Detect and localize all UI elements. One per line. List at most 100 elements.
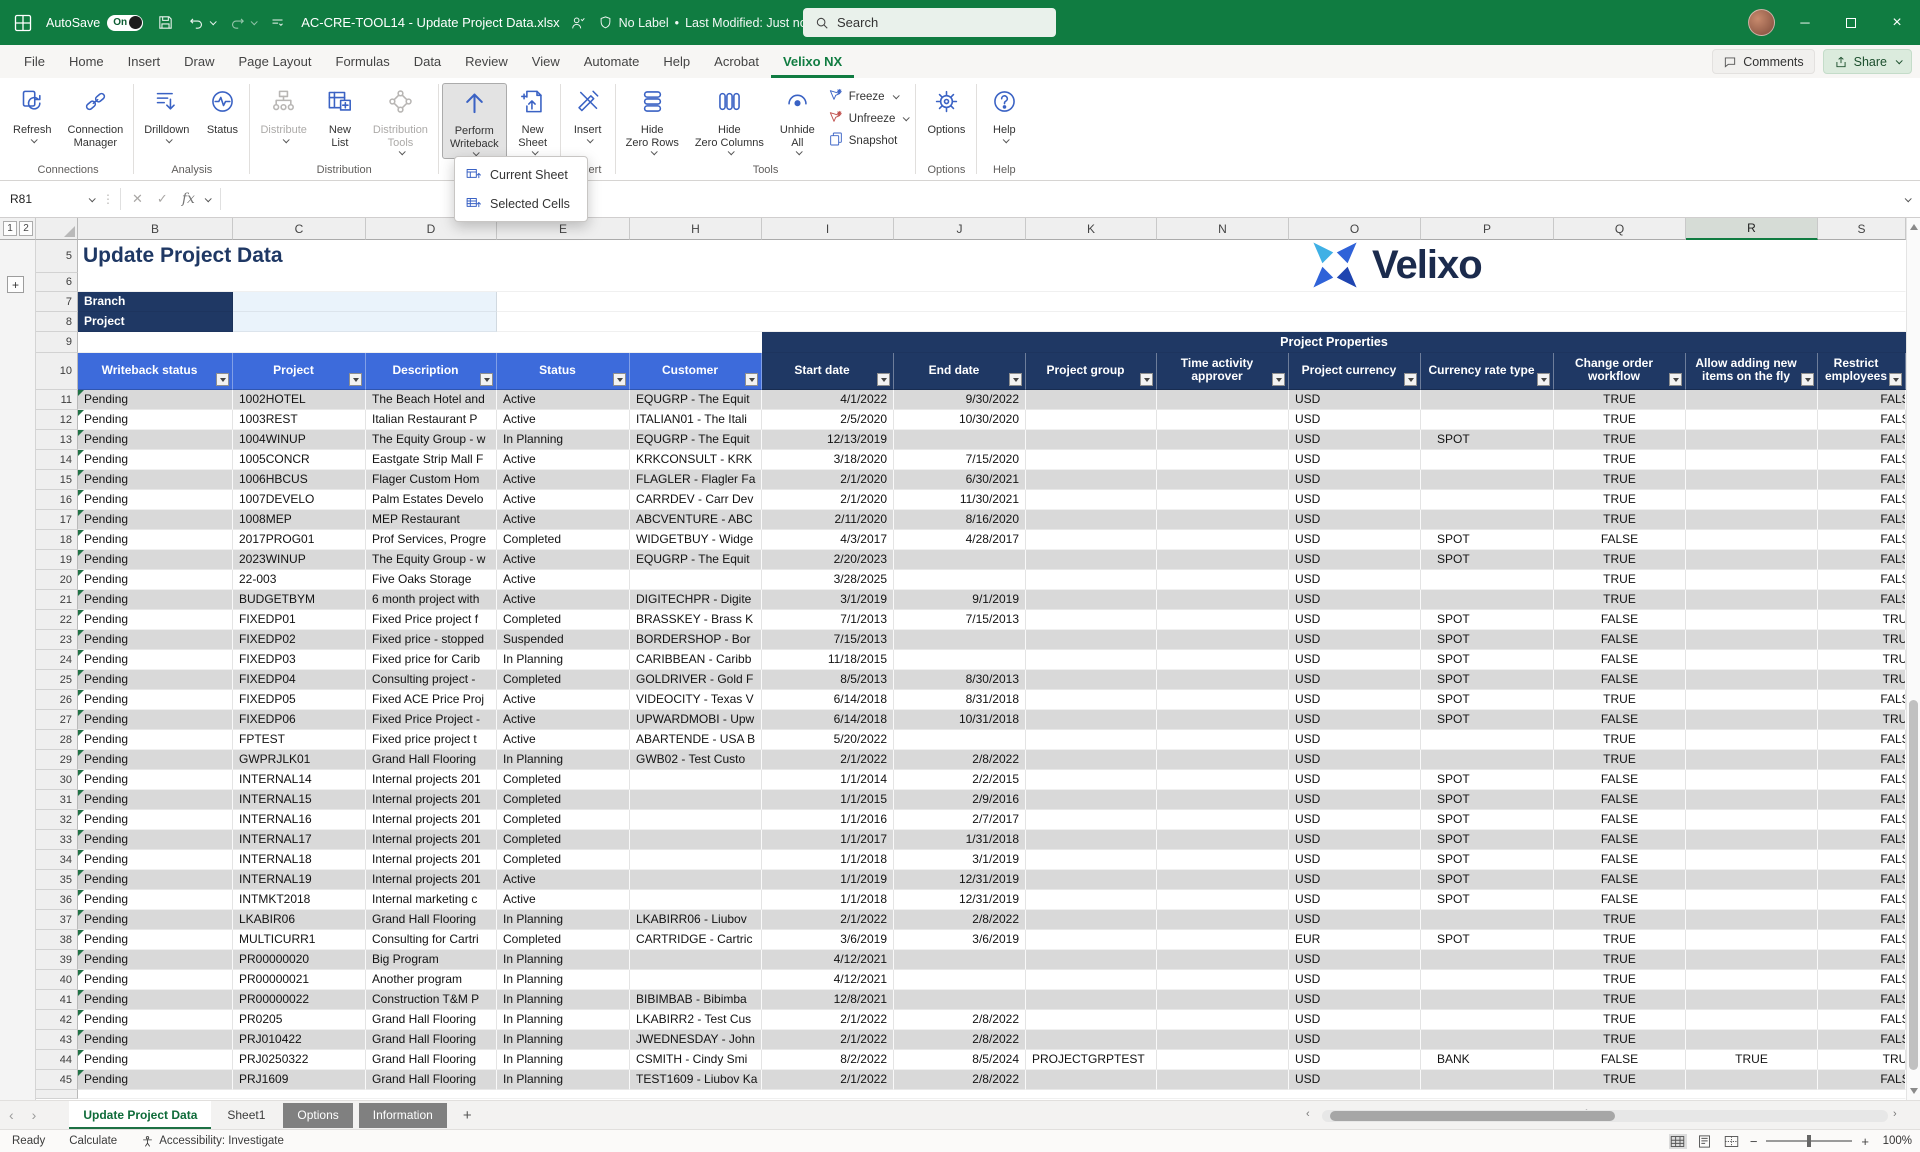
- cell-restrict[interactable]: FALSE: [1818, 430, 1906, 450]
- cell-restrict[interactable]: FALSE: [1818, 450, 1906, 470]
- cell-time-activity-approver[interactable]: [1157, 850, 1289, 870]
- cell-description[interactable]: Grand Hall Flooring: [366, 910, 497, 930]
- user-avatar[interactable]: [1748, 9, 1775, 36]
- cell-status[interactable]: Active: [497, 550, 630, 570]
- cell-start-date[interactable]: 2/1/2022: [762, 1010, 894, 1030]
- cell-writeback[interactable]: Pending: [78, 650, 233, 670]
- cell-end-date[interactable]: [894, 730, 1026, 750]
- filter-button[interactable]: [1272, 373, 1285, 386]
- row-header-35[interactable]: 35: [36, 870, 78, 890]
- cell-project-group[interactable]: [1026, 530, 1157, 550]
- cell-currency[interactable]: USD: [1289, 530, 1421, 550]
- tab-page-layout[interactable]: Page Layout: [227, 45, 324, 78]
- cell-allow-new[interactable]: [1686, 390, 1818, 410]
- ribbon-button-options[interactable]: Options: [920, 83, 972, 139]
- row-header-5[interactable]: 5: [36, 240, 78, 273]
- cell-writeback[interactable]: Pending: [78, 1070, 233, 1090]
- cell-restrict[interactable]: FALSE: [1818, 690, 1906, 710]
- cell-project[interactable]: PRJ010422: [233, 1030, 366, 1050]
- cell-allow-new[interactable]: [1686, 550, 1818, 570]
- filter-button[interactable]: [745, 373, 758, 386]
- cell-rate-type[interactable]: SPOT: [1421, 890, 1554, 910]
- cell-restrict[interactable]: FALSE: [1818, 830, 1906, 850]
- hscroll-right-icon[interactable]: ›: [1893, 1108, 1897, 1120]
- row-header-26[interactable]: 26: [36, 690, 78, 710]
- zoom-out-button[interactable]: −: [1750, 1134, 1758, 1149]
- table-header-description[interactable]: Description: [366, 353, 497, 390]
- cell-project[interactable]: 1006HBCUS: [233, 470, 366, 490]
- cell-allow-new[interactable]: [1686, 870, 1818, 890]
- cell-description[interactable]: Grand Hall Flooring: [366, 1070, 497, 1090]
- cell-allow-new[interactable]: [1686, 970, 1818, 990]
- cell-project[interactable]: INTERNAL15: [233, 790, 366, 810]
- cell-customer[interactable]: ITALIAN01 - The Itali: [630, 410, 762, 430]
- cell-currency[interactable]: USD: [1289, 910, 1421, 930]
- cell-writeback[interactable]: Pending: [78, 510, 233, 530]
- cell-currency[interactable]: USD: [1289, 390, 1421, 410]
- cell-time-activity-approver[interactable]: [1157, 970, 1289, 990]
- cell-change-order[interactable]: TRUE: [1554, 490, 1686, 510]
- cell-end-date[interactable]: 2/7/2017: [894, 810, 1026, 830]
- cell-project[interactable]: PRJ0250322: [233, 1050, 366, 1070]
- cell-change-order[interactable]: TRUE: [1554, 430, 1686, 450]
- ribbon-button-hide-zero-columns[interactable]: Hide Zero Columns: [688, 83, 771, 157]
- cell-project[interactable]: 1004WINUP: [233, 430, 366, 450]
- row-header-30[interactable]: 30: [36, 770, 78, 790]
- cell-project[interactable]: 2023WINUP: [233, 550, 366, 570]
- cell-change-order[interactable]: TRUE: [1554, 730, 1686, 750]
- cell-description[interactable]: Palm Estates Develo: [366, 490, 497, 510]
- ribbon-button-refresh[interactable]: Refresh: [6, 83, 59, 145]
- hscroll-left-icon[interactable]: ‹: [1306, 1108, 1310, 1120]
- zoom-slider[interactable]: [1766, 1140, 1852, 1142]
- row-header-18[interactable]: 18: [36, 530, 78, 550]
- cell-change-order[interactable]: TRUE: [1554, 590, 1686, 610]
- cell-currency[interactable]: USD: [1289, 1010, 1421, 1030]
- cell-end-date[interactable]: 2/2/2015: [894, 770, 1026, 790]
- cell-start-date[interactable]: 7/1/2013: [762, 610, 894, 630]
- cell-project[interactable]: INTERNAL17: [233, 830, 366, 850]
- cell-project[interactable]: 1008MEP: [233, 510, 366, 530]
- cell-project[interactable]: 1003REST: [233, 410, 366, 430]
- cell-customer[interactable]: EQUGRP - The Equit: [630, 390, 762, 410]
- cell-restrict[interactable]: TRUE: [1818, 650, 1906, 670]
- cell-project-group[interactable]: [1026, 910, 1157, 930]
- accessibility-status[interactable]: Accessibility: Investigate: [129, 1135, 296, 1148]
- cell-restrict[interactable]: FALSE: [1818, 990, 1906, 1010]
- cell-allow-new[interactable]: [1686, 410, 1818, 430]
- cell-rate-type[interactable]: [1421, 910, 1554, 930]
- row-header-22[interactable]: 22: [36, 610, 78, 630]
- column-header-C[interactable]: C: [233, 218, 366, 240]
- cell-restrict[interactable]: FALSE: [1818, 750, 1906, 770]
- table-header-writeback-status[interactable]: Writeback status: [78, 353, 233, 390]
- cell-rate-type[interactable]: [1421, 590, 1554, 610]
- cell-start-date[interactable]: 12/13/2019: [762, 430, 894, 450]
- cell-currency[interactable]: USD: [1289, 550, 1421, 570]
- cell-project[interactable]: 1007DEVELO: [233, 490, 366, 510]
- cell-time-activity-approver[interactable]: [1157, 750, 1289, 770]
- cell-change-order[interactable]: FALSE: [1554, 770, 1686, 790]
- cell-restrict[interactable]: FALSE: [1818, 530, 1906, 550]
- cell-empty[interactable]: [78, 1090, 1906, 1099]
- cell-time-activity-approver[interactable]: [1157, 670, 1289, 690]
- outline-expand-button[interactable]: +: [7, 276, 24, 293]
- cell-change-order[interactable]: TRUE: [1554, 410, 1686, 430]
- cell-start-date[interactable]: 2/1/2022: [762, 750, 894, 770]
- cell-restrict[interactable]: FALSE: [1818, 570, 1906, 590]
- cell-project[interactable]: 22-003: [233, 570, 366, 590]
- cell-rate-type[interactable]: SPOT: [1421, 870, 1554, 890]
- cell-currency[interactable]: USD: [1289, 710, 1421, 730]
- cell-project[interactable]: MULTICURR1: [233, 930, 366, 950]
- cell-time-activity-approver[interactable]: [1157, 1010, 1289, 1030]
- cell-change-order[interactable]: TRUE: [1554, 510, 1686, 530]
- cell-writeback[interactable]: Pending: [78, 390, 233, 410]
- cell-restrict[interactable]: FALSE: [1818, 790, 1906, 810]
- cell-rate-type[interactable]: SPOT: [1421, 690, 1554, 710]
- cell-time-activity-approver[interactable]: [1157, 490, 1289, 510]
- cell-change-order[interactable]: FALSE: [1554, 530, 1686, 550]
- cell-description[interactable]: MEP Restaurant: [366, 510, 497, 530]
- cell-change-order[interactable]: FALSE: [1554, 810, 1686, 830]
- cell-currency[interactable]: USD: [1289, 730, 1421, 750]
- ribbon-button-hide-zero-rows[interactable]: Hide Zero Rows: [619, 83, 686, 157]
- cell-time-activity-approver[interactable]: [1157, 1030, 1289, 1050]
- cell-end-date[interactable]: 2/8/2022: [894, 1010, 1026, 1030]
